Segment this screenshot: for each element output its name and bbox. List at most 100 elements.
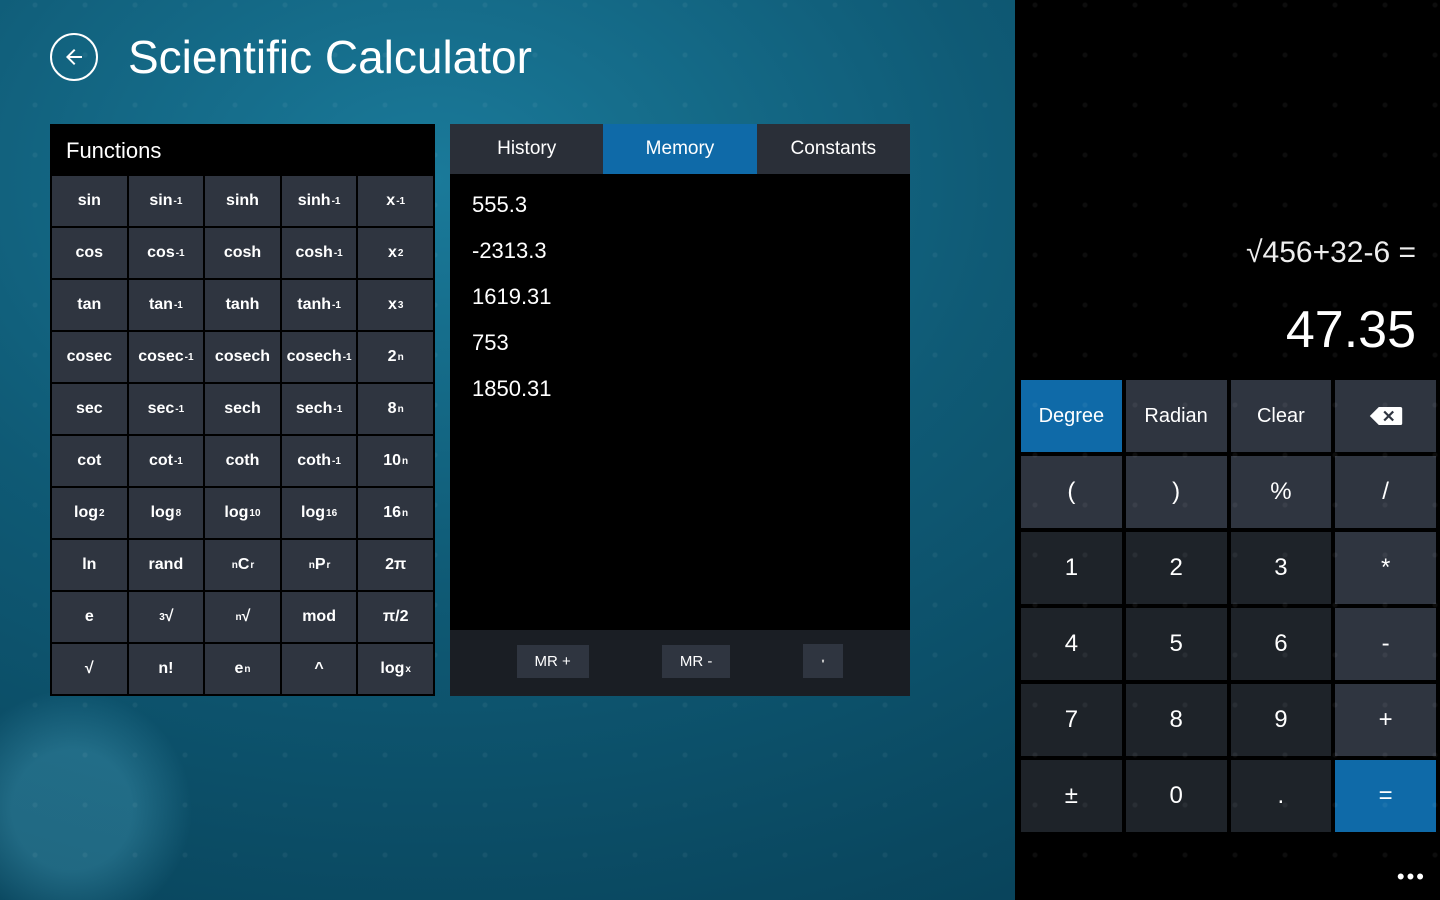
key-0[interactable]: 0 bbox=[1126, 760, 1227, 832]
key-radian[interactable]: Radian bbox=[1126, 380, 1227, 452]
fn-logx[interactable]: logx bbox=[358, 644, 433, 694]
tab-constants[interactable]: Constants bbox=[757, 124, 910, 174]
fn-acosech[interactable]: cosech-1 bbox=[282, 332, 357, 382]
fn-atanh[interactable]: tanh-1 bbox=[282, 280, 357, 330]
fn-log16[interactable]: log16 bbox=[282, 488, 357, 538]
key-9[interactable]: 9 bbox=[1231, 684, 1332, 756]
key-6[interactable]: 6 bbox=[1231, 608, 1332, 680]
fn-fact[interactable]: n! bbox=[129, 644, 204, 694]
key-percent[interactable]: % bbox=[1231, 456, 1332, 528]
arrow-left-icon bbox=[62, 45, 86, 69]
page-title: Scientific Calculator bbox=[128, 30, 532, 84]
key-plus[interactable]: + bbox=[1335, 684, 1436, 756]
key-backspace[interactable] bbox=[1335, 380, 1436, 452]
trash-icon bbox=[821, 653, 825, 669]
fn-asec[interactable]: sec-1 bbox=[129, 384, 204, 434]
tab-memory[interactable]: Memory bbox=[603, 124, 756, 174]
fn-2n[interactable]: 2n bbox=[358, 332, 433, 382]
fn-en[interactable]: en bbox=[205, 644, 280, 694]
key-1[interactable]: 1 bbox=[1021, 532, 1122, 604]
fn-atan[interactable]: tan-1 bbox=[129, 280, 204, 330]
mr-plus-button[interactable]: MR + bbox=[517, 645, 589, 678]
fn-pihalf[interactable]: π/2 bbox=[358, 592, 433, 642]
fn-ln[interactable]: ln bbox=[52, 540, 127, 590]
memory-item[interactable]: 1619.31 bbox=[472, 284, 888, 310]
fn-acosh[interactable]: cosh-1 bbox=[282, 228, 357, 278]
fn-10n[interactable]: 10n bbox=[358, 436, 433, 486]
fn-log8[interactable]: log8 bbox=[129, 488, 204, 538]
fn-sin[interactable]: sin bbox=[52, 176, 127, 226]
display: √456+32-6 = 47.35 bbox=[1017, 0, 1440, 380]
fn-acosec[interactable]: cosec-1 bbox=[129, 332, 204, 382]
fn-tan[interactable]: tan bbox=[52, 280, 127, 330]
key-7[interactable]: 7 bbox=[1021, 684, 1122, 756]
fn-cube[interactable]: x3 bbox=[358, 280, 433, 330]
fn-rand[interactable]: rand bbox=[129, 540, 204, 590]
fn-asinh[interactable]: sinh-1 bbox=[282, 176, 357, 226]
display-expression: √456+32-6 = bbox=[1041, 236, 1416, 270]
fn-8n[interactable]: 8n bbox=[358, 384, 433, 434]
memory-clear-button[interactable] bbox=[803, 644, 843, 678]
key-equals[interactable]: = bbox=[1335, 760, 1436, 832]
key-multiply[interactable]: * bbox=[1335, 532, 1436, 604]
fn-cosech[interactable]: cosech bbox=[205, 332, 280, 382]
key-2[interactable]: 2 bbox=[1126, 532, 1227, 604]
fn-16n[interactable]: 16n bbox=[358, 488, 433, 538]
mr-minus-button[interactable]: MR - bbox=[662, 645, 731, 678]
memory-item[interactable]: 555.3 bbox=[472, 192, 888, 218]
key-negate[interactable]: ± bbox=[1021, 760, 1122, 832]
tab-history[interactable]: History bbox=[450, 124, 603, 174]
fn-ncr[interactable]: nCr bbox=[205, 540, 280, 590]
fn-mod[interactable]: mod bbox=[282, 592, 357, 642]
memory-list: 555.3 -2313.3 1619.31 753 1850.31 bbox=[450, 174, 910, 630]
key-5[interactable]: 5 bbox=[1126, 608, 1227, 680]
memory-panel: HistoryMemoryConstants 555.3 -2313.3 1619.… bbox=[450, 124, 910, 696]
key-4[interactable]: 4 bbox=[1021, 608, 1122, 680]
key-clear[interactable]: Clear bbox=[1231, 380, 1332, 452]
fn-inverse[interactable]: x-1 bbox=[358, 176, 433, 226]
fn-tanh[interactable]: tanh bbox=[205, 280, 280, 330]
key-decimal[interactable]: . bbox=[1231, 760, 1332, 832]
fn-acot[interactable]: cot-1 bbox=[129, 436, 204, 486]
fn-e[interactable]: e bbox=[52, 592, 127, 642]
fn-sech[interactable]: sech bbox=[205, 384, 280, 434]
memory-item[interactable]: 1850.31 bbox=[472, 376, 888, 402]
fn-sqrt[interactable]: √ bbox=[52, 644, 127, 694]
fn-acos[interactable]: cos-1 bbox=[129, 228, 204, 278]
fn-coth[interactable]: coth bbox=[205, 436, 280, 486]
functions-title: Functions bbox=[50, 124, 435, 174]
key-divide[interactable]: / bbox=[1335, 456, 1436, 528]
fn-cosh[interactable]: cosh bbox=[205, 228, 280, 278]
center-tabs: HistoryMemoryConstants bbox=[450, 124, 910, 174]
memory-item[interactable]: 753 bbox=[472, 330, 888, 356]
key-3[interactable]: 3 bbox=[1231, 532, 1332, 604]
key-rparen[interactable]: ) bbox=[1126, 456, 1227, 528]
fn-sec[interactable]: sec bbox=[52, 384, 127, 434]
key-lparen[interactable]: ( bbox=[1021, 456, 1122, 528]
backspace-icon bbox=[1368, 405, 1404, 427]
fn-cos[interactable]: cos bbox=[52, 228, 127, 278]
fn-log2[interactable]: log2 bbox=[52, 488, 127, 538]
fn-pow[interactable]: ^ bbox=[282, 644, 357, 694]
more-menu-button[interactable]: ••• bbox=[1397, 864, 1426, 890]
key-8[interactable]: 8 bbox=[1126, 684, 1227, 756]
fn-cbrt[interactable]: 3√ bbox=[129, 592, 204, 642]
fn-asin[interactable]: sin-1 bbox=[129, 176, 204, 226]
calculator-panel: √456+32-6 = 47.35 DegreeRadianClear()%/1… bbox=[1015, 0, 1440, 900]
key-degree[interactable]: Degree bbox=[1021, 380, 1122, 452]
fn-square[interactable]: x2 bbox=[358, 228, 433, 278]
fn-npr[interactable]: nPr bbox=[282, 540, 357, 590]
functions-panel: Functions sinsin-1sinhsinh-1x-1coscos-1c… bbox=[50, 124, 435, 696]
fn-acoth[interactable]: coth-1 bbox=[282, 436, 357, 486]
fn-asech[interactable]: sech-1 bbox=[282, 384, 357, 434]
memory-item[interactable]: -2313.3 bbox=[472, 238, 888, 264]
display-result: 47.35 bbox=[1041, 300, 1416, 360]
fn-2pi[interactable]: 2π bbox=[358, 540, 433, 590]
fn-nroot[interactable]: n√ bbox=[205, 592, 280, 642]
back-button[interactable] bbox=[50, 33, 98, 81]
key-minus[interactable]: - bbox=[1335, 608, 1436, 680]
fn-sinh[interactable]: sinh bbox=[205, 176, 280, 226]
fn-cot[interactable]: cot bbox=[52, 436, 127, 486]
fn-log10[interactable]: log10 bbox=[205, 488, 280, 538]
fn-cosec[interactable]: cosec bbox=[52, 332, 127, 382]
